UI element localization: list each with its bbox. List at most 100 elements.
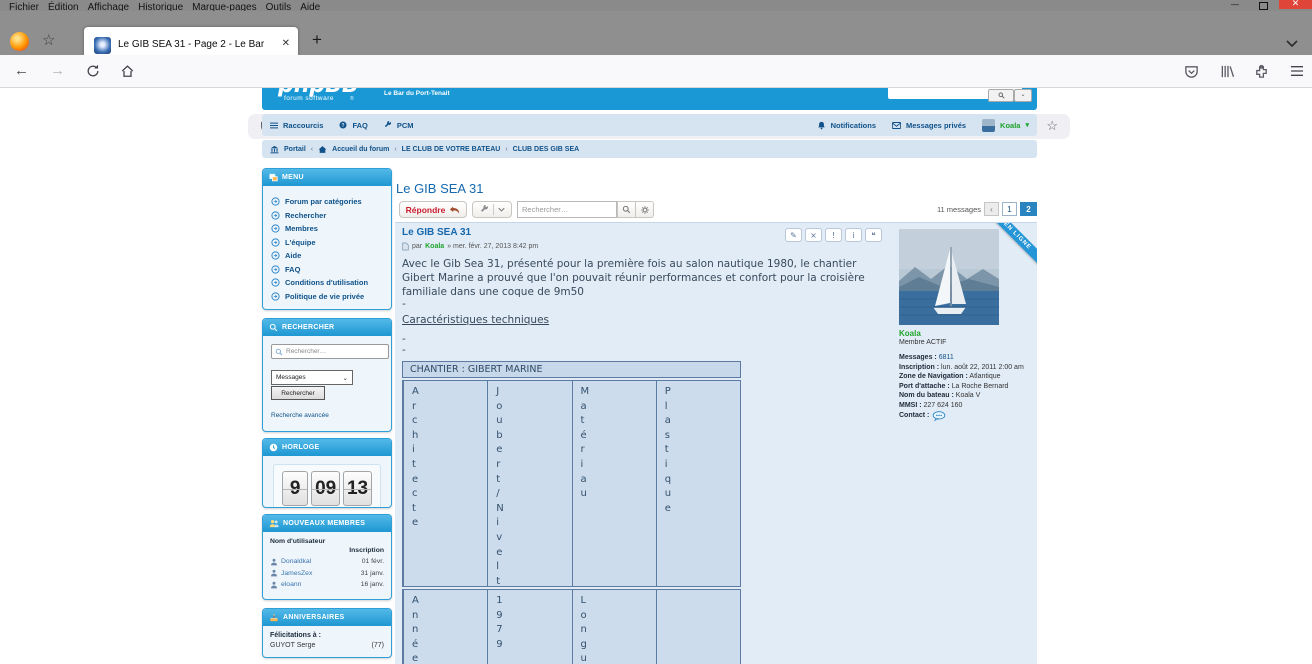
user-avatar-thumbnail[interactable] — [982, 119, 995, 132]
sidebar-search-scope-select[interactable]: Messages ⌄ — [271, 370, 353, 385]
shortcuts-link[interactable]: Raccourcis — [283, 121, 323, 130]
speech-bubble-icon[interactable] — [932, 411, 946, 421]
home-icon[interactable] — [120, 64, 135, 78]
menu-bar-item[interactable]: Marque-pages — [192, 2, 256, 11]
sidebar-new-members-box: NOUVEAUX MEMBRES Nom d'utilisateur Inscr… — [262, 514, 392, 600]
member-name-link[interactable]: Donaldkal — [281, 558, 311, 565]
sidebar-menu-item[interactable]: Politique de vie privée — [271, 290, 391, 304]
specs-table-header: CHANTIER : GIBERT MARINE — [402, 361, 741, 378]
sidebar-menu-item[interactable]: Membres — [271, 222, 391, 236]
sidebar-menu-item[interactable]: Rechercher — [271, 209, 391, 223]
window-icon — [269, 173, 278, 182]
sidebar-search-input[interactable]: Rechercher… — [271, 344, 389, 359]
private-messages-link[interactable]: Messages privés — [906, 121, 966, 130]
sidebar-menu-item[interactable]: FAQ — [271, 263, 391, 277]
breadcrumb-club[interactable]: LE CLUB DE VOTRE BATEAU — [402, 146, 501, 153]
search-settings-gear-icon[interactable] — [635, 201, 654, 218]
reload-icon[interactable] — [86, 64, 100, 78]
circle-arrow-icon — [271, 238, 280, 247]
topic-tools-button[interactable] — [472, 201, 512, 218]
library-icon[interactable] — [1220, 64, 1235, 79]
specs-table: CHANTIER : GIBERT MARINE A r c h i t e c… — [402, 361, 741, 664]
menu-bar-item[interactable]: Historique — [138, 2, 183, 11]
sidebar-search-placeholder: Rechercher… — [286, 348, 326, 355]
notifications-link[interactable]: Notifications — [831, 121, 876, 130]
profile-messages-count-link[interactable]: 6811 — [939, 354, 954, 361]
message-count: 11 messages — [937, 205, 981, 214]
profile-stats: Messages : 6811 Inscription : lun. août … — [899, 353, 1035, 421]
users-icon — [269, 519, 279, 528]
post-author-link[interactable]: Koala — [425, 243, 444, 250]
post-tool-button[interactable]: × — [805, 228, 822, 242]
banner-search-options-icon[interactable]: ⌄ — [1014, 89, 1032, 102]
avatar-sailboat-image[interactable] — [899, 229, 999, 325]
home-icon-small — [318, 145, 327, 154]
sidebar-clock-header: HORLOGE — [263, 439, 391, 456]
username-menu[interactable]: Koala — [1000, 121, 1020, 130]
topic-search-button[interactable] — [617, 201, 636, 218]
profile-username-link[interactable]: Koala — [899, 329, 921, 338]
topic-toolbar: Répondre Rechercher… 11 messages ‹ 1 2 — [395, 201, 1037, 219]
circle-arrow-icon — [271, 197, 280, 206]
sidebar-search-box: RECHERCHER Rechercher… Messages ⌄ Recher… — [262, 318, 392, 432]
member-name-link[interactable]: eloann — [281, 581, 301, 588]
pagination-prev-button[interactable]: ‹ — [984, 202, 999, 216]
bookmark-star-icon[interactable]: ☆ — [1046, 118, 1058, 134]
reply-button[interactable]: Répondre — [399, 201, 467, 218]
specs-link[interactable]: Caractéristiques techniques — [402, 314, 549, 326]
chevron-down-icon: ⌄ — [343, 374, 348, 382]
menu-bar-item[interactable]: Outils — [266, 2, 292, 11]
extensions-puzzle-icon[interactable] — [1254, 64, 1269, 79]
post-tool-button[interactable]: i — [845, 228, 862, 242]
birthday-name[interactable]: GUYOT Serge — [270, 642, 315, 649]
cake-icon — [269, 613, 279, 622]
back-button[interactable]: ← — [14, 62, 29, 79]
menu-bar-item[interactable]: Fichier — [9, 2, 39, 11]
menu-bar-item[interactable]: Aide — [300, 2, 320, 11]
sidebar-search-button[interactable]: Rechercher — [271, 386, 325, 400]
topic-title[interactable]: Le GIB SEA 31 — [396, 181, 483, 196]
firefox-icon[interactable] — [10, 32, 29, 51]
menu-bar-item[interactable]: Édition — [48, 2, 79, 11]
window-maximize-button[interactable] — [1259, 2, 1268, 10]
breadcrumb-home[interactable]: Accueil du forum — [332, 146, 389, 153]
faq-link[interactable]: FAQ — [352, 121, 367, 130]
menu-bar-item[interactable]: Affichage — [88, 2, 130, 11]
bell-icon — [817, 121, 826, 130]
window-close-button[interactable]: ✕ — [1279, 0, 1312, 9]
breadcrumb-portal[interactable]: Portail — [284, 146, 306, 153]
sidebar-menu-item-label: Politique de vie privée — [285, 292, 364, 301]
tab-close-icon[interactable]: ✕ — [282, 38, 290, 49]
post-panel: EN LIGNE Le GIB SEA 31 par Koala » mer. … — [395, 222, 1037, 664]
forward-button[interactable]: → — [50, 62, 65, 79]
hamburger-menu-icon[interactable] — [1290, 65, 1304, 77]
pagination-page-1[interactable]: 1 — [1002, 202, 1017, 216]
sidebar-menu-item[interactable]: L'équipe — [271, 236, 391, 250]
list-all-tabs-icon[interactable] — [1286, 40, 1298, 48]
sidebar-menu-item-label: Membres — [285, 224, 318, 233]
window-minimize-button[interactable]: — — [1230, 1, 1240, 9]
breadcrumb-subclub[interactable]: CLUB DES GIB SEA — [513, 146, 580, 153]
banner-search-button[interactable] — [988, 89, 1014, 102]
person-icon — [270, 581, 278, 589]
svg-text:?: ? — [342, 123, 345, 129]
profile-contact-line: Contact : — [899, 411, 1035, 421]
sidebar-menu-item[interactable]: Aide — [271, 249, 391, 263]
post-tool-button[interactable]: ✎ — [785, 228, 802, 242]
topic-search-input[interactable]: Rechercher… — [517, 201, 617, 218]
breadcrumb: Portail ‹ Accueil du forum ‹ LE CLUB DE … — [262, 140, 1037, 158]
advanced-search-link[interactable]: Recherche avancée — [271, 412, 383, 419]
pcm-link[interactable]: PCM — [397, 121, 414, 130]
pagination-page-2-active[interactable]: 2 — [1020, 202, 1037, 216]
page-icon[interactable] — [402, 242, 409, 251]
post-tool-button[interactable]: ❝ — [865, 228, 882, 242]
star-icon[interactable]: ☆ — [42, 31, 55, 49]
post-title-link[interactable]: Le GIB SEA 31 — [402, 227, 471, 238]
specs-table-cell: 1 9 7 9 — [487, 590, 571, 664]
post-tool-button[interactable]: ! — [825, 228, 842, 242]
sidebar-menu-item[interactable]: Conditions d'utilisation — [271, 276, 391, 290]
member-name-link[interactable]: JamesZex — [281, 570, 312, 577]
new-tab-button[interactable]: + — [312, 30, 322, 50]
pocket-icon[interactable] — [1184, 64, 1199, 79]
sidebar-menu-item[interactable]: Forum par catégories — [271, 195, 391, 209]
